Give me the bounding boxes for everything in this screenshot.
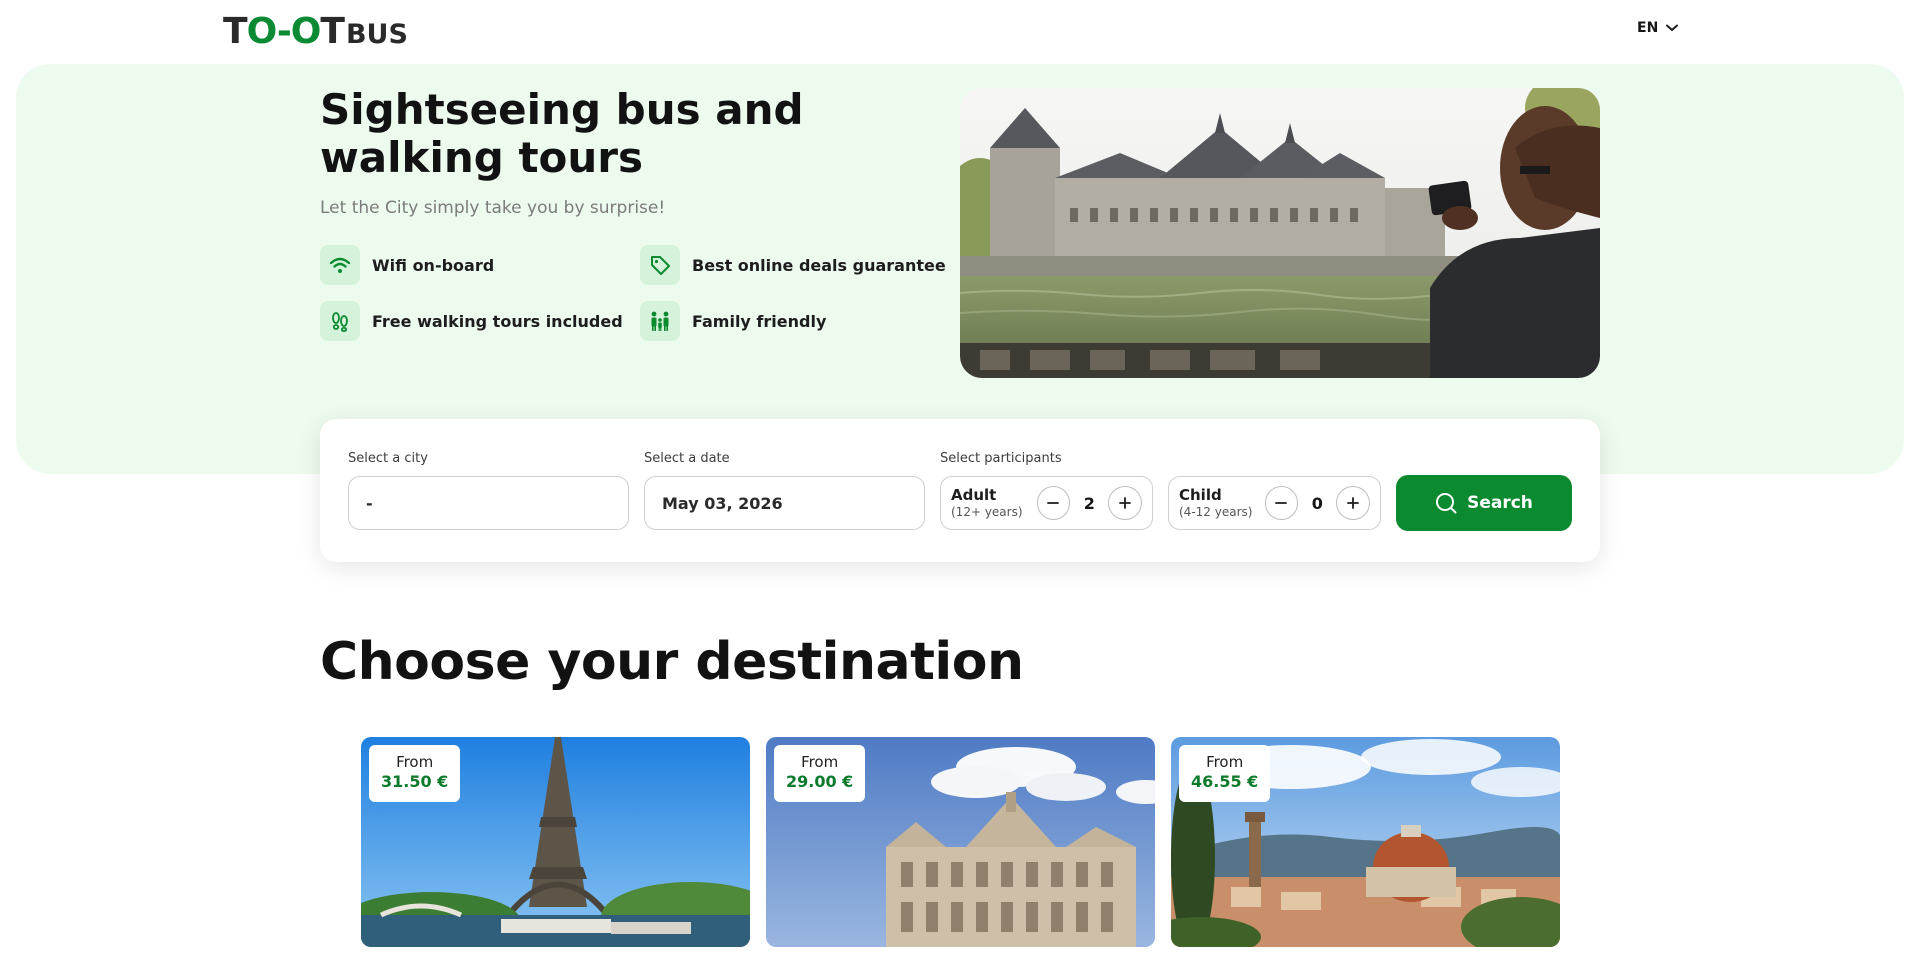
feature-label: Best online deals guarantee <box>692 255 946 275</box>
price-value: 46.55 € <box>1191 772 1259 791</box>
feature-walking-tours: Free walking tours included <box>320 301 623 341</box>
wifi-icon <box>320 245 360 285</box>
adult-label-group: Adult (12+ years) <box>951 485 1037 520</box>
language-selector[interactable]: EN <box>1637 20 1679 36</box>
feature-deals: Best online deals guarantee <box>640 245 946 285</box>
destinations-title: Choose your destination <box>320 632 1024 692</box>
minus-icon <box>1275 502 1288 504</box>
page: TO-OT BUS EN Sightseeing bus and walking … <box>0 0 1920 953</box>
price-value: 29.00 € <box>786 772 854 791</box>
chevron-down-icon <box>1666 20 1679 36</box>
date-field[interactable]: May 03, 2026 <box>644 476 925 530</box>
site-header: TO-OT BUS EN <box>0 0 1920 64</box>
search-button[interactable]: Search <box>1396 475 1572 531</box>
feature-label: Free walking tours included <box>372 311 623 331</box>
hero-title: Sightseeing bus and walking tours <box>320 85 804 182</box>
destination-card-paris[interactable]: From 31.50 € <box>361 737 750 947</box>
plus-icon <box>1347 497 1359 509</box>
tootbus-logo[interactable]: TO-OT BUS <box>223 12 408 52</box>
child-age: (4-12 years) <box>1179 504 1253 519</box>
price-value: 31.50 € <box>381 772 449 791</box>
price-from-label: From <box>396 753 434 771</box>
child-count: 0 <box>1311 493 1323 513</box>
hero-subtitle: Let the City simply take you by surprise… <box>320 198 666 218</box>
adult-stepper: Adult (12+ years) 2 <box>940 476 1153 530</box>
footprints-icon <box>320 301 360 341</box>
feature-family: Family friendly <box>640 301 826 341</box>
child-decrement-button[interactable] <box>1264 486 1299 520</box>
adult-decrement-button[interactable] <box>1036 486 1071 520</box>
price-tag: From 46.55 € <box>1179 745 1271 802</box>
child-increment-button[interactable] <box>1336 486 1370 520</box>
child-label-group: Child (4-12 years) <box>1179 485 1265 520</box>
price-tag: From 29.00 € <box>774 745 866 802</box>
hero-image <box>960 88 1600 378</box>
search-icon <box>1436 493 1457 514</box>
adult-age: (12+ years) <box>951 504 1023 519</box>
feature-label: Wifi on-board <box>372 255 495 275</box>
minus-icon <box>1047 502 1060 504</box>
language-label: EN <box>1637 20 1659 36</box>
price-tag: From 31.50 € <box>369 745 461 802</box>
destination-card-florence[interactable]: From 46.55 € <box>1171 737 1560 947</box>
feature-label: Family friendly <box>692 311 827 331</box>
adult-increment-button[interactable] <box>1108 486 1142 520</box>
search-button-label: Search <box>1467 493 1533 513</box>
destination-card-brussels[interactable]: From 29.00 € <box>766 737 1155 947</box>
family-icon <box>640 301 680 341</box>
city-label: Select a city <box>348 451 428 466</box>
adult-count: 2 <box>1083 493 1095 513</box>
date-label: Select a date <box>644 451 730 466</box>
adult-label: Adult <box>951 485 997 504</box>
price-from-label: From <box>1206 753 1244 771</box>
feature-wifi: Wifi on-board <box>320 245 494 285</box>
search-panel: Select a city - Select a date May 03, 20… <box>320 419 1600 562</box>
child-stepper: Child (4-12 years) 0 <box>1168 476 1381 530</box>
participants-label: Select participants <box>940 451 1062 466</box>
plus-icon <box>1119 497 1131 509</box>
child-label: Child <box>1179 485 1222 504</box>
tag-icon <box>640 245 680 285</box>
city-select[interactable]: - <box>348 476 629 530</box>
price-from-label: From <box>801 753 839 771</box>
